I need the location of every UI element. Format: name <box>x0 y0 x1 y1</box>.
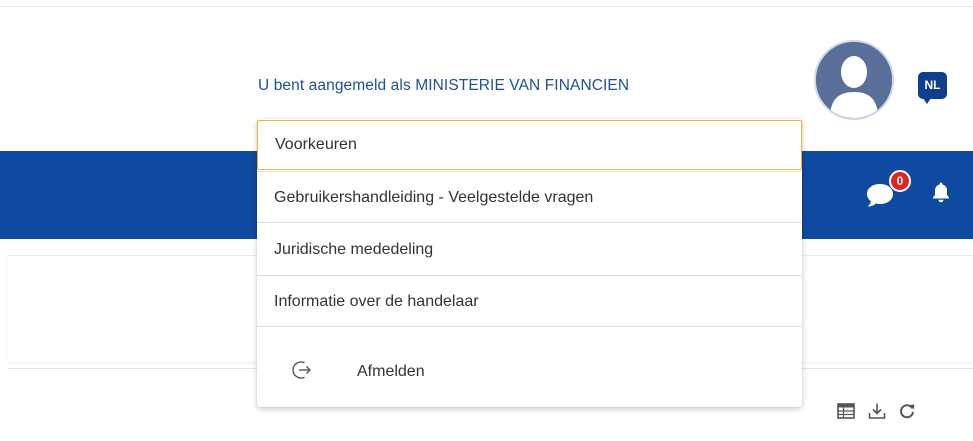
message-count-badge: 0 <box>889 170 911 192</box>
logout-icon[interactable] <box>290 359 312 381</box>
logout-button[interactable]: Afmelden <box>357 363 425 381</box>
download-icon[interactable] <box>868 402 886 420</box>
bell-icon[interactable] <box>931 181 951 203</box>
language-selector[interactable]: NL <box>918 72 947 104</box>
menu-divider <box>257 326 802 327</box>
menu-item-preferences[interactable]: Voorkeuren <box>257 120 802 170</box>
login-status: U bent aangemeld als MINISTERIE VAN FINA… <box>258 77 630 94</box>
header-divider <box>0 6 973 7</box>
menu-item-legal-notice[interactable]: Juridische mededeling <box>257 223 802 275</box>
avatar-icon[interactable] <box>814 40 894 120</box>
table-icon[interactable] <box>837 402 855 420</box>
menu-item-user-guide[interactable]: Gebruikershandleiding - Veelgestelde vra… <box>257 172 802 222</box>
refresh-icon[interactable] <box>898 402 916 420</box>
menu-item-trader-info[interactable]: Informatie over de handelaar <box>257 276 802 326</box>
user-menu-dropdown: Voorkeuren Gebruikershandleiding - Veelg… <box>257 119 802 407</box>
